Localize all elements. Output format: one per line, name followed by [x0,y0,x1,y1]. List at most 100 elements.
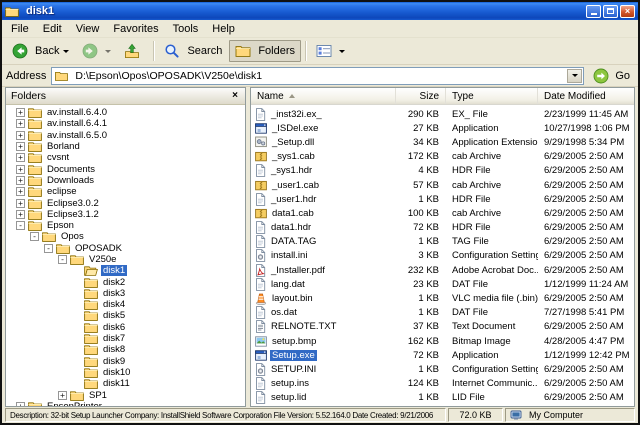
file-name[interactable]: setup.lid [269,392,308,403]
file-row-inst32i-ex[interactable]: _inst32i.ex_290 KBEX_ File2/23/1999 11:4… [251,107,634,121]
file-row-os-dat[interactable]: os.dat1 KBDAT File7/27/1998 5:41 PM [251,306,634,320]
file-row-user1-hdr[interactable]: _user1.hdr1 KBHDR File6/29/2005 2:50 AM [251,192,634,206]
chevron-down-icon[interactable] [339,50,345,53]
column-header-type[interactable]: Type [446,88,538,104]
go-button[interactable]: Go [589,68,634,84]
close-button[interactable]: × [620,5,635,18]
address-dropdown-button[interactable] [567,69,582,83]
tree-item-oposadk[interactable]: -OPOSADK [6,243,245,254]
expand-icon[interactable]: + [16,119,25,128]
address-field[interactable]: D:\Epson\Opos\OPOSADK\V250e\disk1 [51,67,584,85]
expand-icon[interactable]: + [16,165,25,174]
folder-label[interactable]: eclipse [45,186,79,197]
file-name[interactable]: _sys1.hdr [269,165,314,176]
folder-label[interactable]: Epson [45,220,76,231]
file-row-layout-bin[interactable]: layout.bin1 KBVLC media file (.bin)6/29/… [251,291,634,305]
tree-item-borland[interactable]: +Borland [6,141,245,152]
file-name[interactable]: _Installer.pdf [269,265,327,276]
folder-label[interactable]: disk11 [101,378,132,389]
file-row-relnote-txt[interactable]: RELNOTE.TXT37 KBText Document6/29/2005 2… [251,320,634,334]
tree-item-av-install-6-4-1[interactable]: + av.install.6.4.1 [6,118,245,129]
file-row-sys1-cab[interactable]: _sys1.cab172 KBcab Archive6/29/2005 2:50… [251,150,634,164]
tree-item-epson[interactable]: - Epson [6,220,245,231]
menu-file[interactable]: File [4,22,36,36]
tree-item-epsonprinter[interactable]: + EpsonPrinter [6,401,245,406]
collapse-icon[interactable]: - [16,221,25,230]
folder-label[interactable]: OPOSADK [73,243,124,254]
folder-label[interactable]: SP1 [87,390,109,401]
folders-button[interactable]: Folders [229,40,301,62]
tree-item-disk4[interactable]: disk4 [6,299,245,310]
tree-item-disk9[interactable]: disk9 [6,356,245,367]
minimize-button[interactable] [586,5,601,18]
file-name[interactable]: _inst32i.ex_ [269,109,324,120]
tree-item-disk7[interactable]: disk7 [6,333,245,344]
folder-label[interactable]: disk7 [101,333,127,344]
expand-icon[interactable]: + [16,153,25,162]
file-name[interactable]: lang.dat [269,279,307,290]
tree-item-documents[interactable]: + Documents [6,163,245,174]
file-name[interactable]: SETUP.INI [269,364,318,375]
menu-favorites[interactable]: Favorites [106,22,165,36]
tree-item-cvsnt[interactable]: + cvsnt [6,152,245,163]
folder-label[interactable]: disk4 [101,299,127,310]
column-header-name[interactable]: Name [251,88,396,104]
folder-label[interactable]: disk5 [101,310,127,321]
file-name[interactable]: RELNOTE.TXT [269,321,338,332]
folder-label[interactable]: EpsonPrinter [45,401,104,406]
file-row-data-tag[interactable]: DATA.TAG1 KBTAG File6/29/2005 2:50 AM [251,235,634,249]
file-name[interactable]: layout.bin [270,293,315,304]
folder-label[interactable]: disk8 [101,344,127,355]
file-name[interactable]: _user1.cab [270,180,321,191]
file-row-data1-hdr[interactable]: data1.hdr72 KBHDR File6/29/2005 2:50 AM [251,221,634,235]
expand-icon[interactable]: + [16,108,25,117]
file-name[interactable]: data1.cab [270,208,316,219]
file-name[interactable]: _ISDel.exe [270,123,320,134]
tree-item-av-install-6-5-0[interactable]: +av.install.6.5.0 [6,130,245,141]
search-button[interactable]: Search [158,39,228,63]
file-row-sys1-hdr[interactable]: _sys1.hdr4 KBHDR File6/29/2005 2:50 AM [251,164,634,178]
folder-label[interactable]: Downloads [45,175,96,186]
expand-icon[interactable]: + [16,210,25,219]
tree-item-v250e[interactable]: -V250e [6,254,245,265]
file-name[interactable]: os.dat [269,307,299,318]
expand-icon[interactable]: + [16,402,25,406]
tree-item-eclipse3-1-2[interactable]: + Eclipse3.1.2 [6,209,245,220]
maximize-button[interactable] [603,5,618,18]
menu-help[interactable]: Help [205,22,242,36]
tree-item-disk5[interactable]: disk5 [6,310,245,321]
close-folders-icon[interactable]: × [230,91,240,101]
folder-label[interactable]: V250e [87,254,118,265]
back-button[interactable]: Back [6,39,75,63]
folder-label[interactable]: disk2 [101,277,127,288]
file-row-setup-lid[interactable]: setup.lid1 KBLID File6/29/2005 2:50 AM [251,391,634,405]
tree-item-disk10[interactable]: disk10 [6,367,245,378]
folder-label[interactable]: Documents [45,164,97,175]
file-name[interactable]: DATA.TAG [269,236,318,247]
folder-label[interactable]: disk10 [101,367,132,378]
forward-button[interactable] [76,39,117,63]
tree-item-disk6[interactable]: disk6 [6,322,245,333]
folder-label[interactable]: av.install.6.4.1 [45,118,109,129]
folder-label[interactable]: Eclipse3.0.2 [45,198,101,209]
expand-icon[interactable]: + [16,199,25,208]
folder-label[interactable]: disk6 [101,322,127,333]
views-button[interactable] [310,40,351,62]
folder-label[interactable]: Opos [59,231,86,242]
address-path[interactable]: D:\Epson\Opos\OPOSADK\V250e\disk1 [75,70,563,82]
file-row-installer-pdf[interactable]: _Installer.pdf232 KBAdobe Acrobat Doc...… [251,263,634,277]
file-row-lang-dat[interactable]: lang.dat23 KBDAT File1/12/1999 11:24 AM [251,277,634,291]
folder-label[interactable]: Borland [45,141,82,152]
folder-label[interactable]: cvsnt [45,152,71,163]
expand-icon[interactable]: + [16,131,25,140]
tree-item-av-install-6-4-0[interactable]: +av.install.6.4.0 [6,107,245,118]
folder-label[interactable]: Eclipse3.1.2 [45,209,101,220]
menu-view[interactable]: View [69,22,107,36]
menu-edit[interactable]: Edit [36,22,69,36]
folder-label[interactable]: disk1 [101,265,127,276]
menu-tools[interactable]: Tools [166,22,206,36]
file-row-isdel-exe[interactable]: _ISDel.exe27 KBApplication10/27/1998 1:0… [251,121,634,135]
folder-label[interactable]: disk9 [101,356,127,367]
tree-item-disk2[interactable]: disk2 [6,276,245,287]
file-name[interactable]: install.ini [269,250,309,261]
